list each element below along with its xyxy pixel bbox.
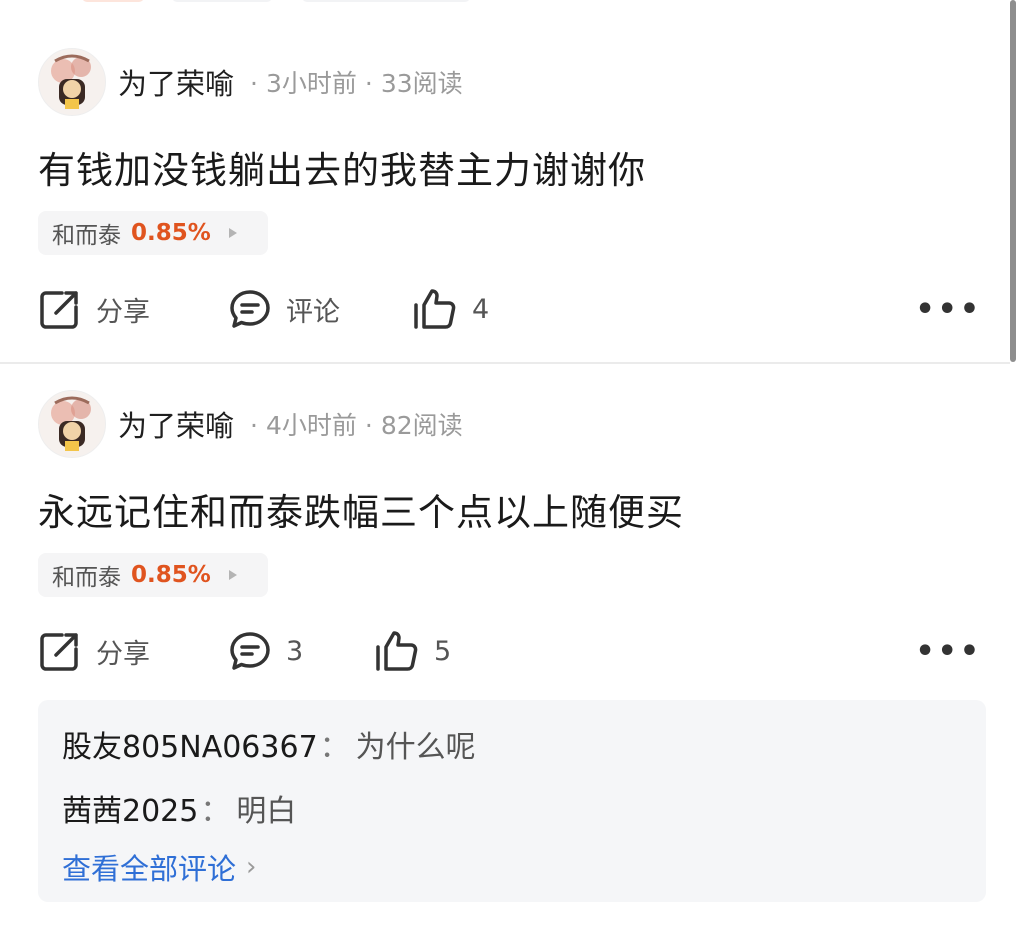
stock-tag[interactable]: 和而泰 0.85% — [38, 211, 268, 255]
comment-item[interactable]: 股友805NA06367： 为什么呢 — [62, 722, 476, 766]
author-name[interactable]: 为了荣喻 — [118, 403, 234, 445]
caret-right-icon — [228, 228, 237, 238]
avatar[interactable] — [38, 390, 106, 458]
post-time: 4小时前 — [265, 411, 357, 440]
comment-text: 明白 — [236, 794, 297, 829]
post-card[interactable]: 为了荣喻 · 3小时前 · 33阅读 有钱加没钱躺出去的我替主力谢谢你 和而泰 0.8… — [0, 0, 1010, 364]
stock-change: 0.85% — [131, 562, 211, 588]
read-count: 82阅读 — [380, 411, 463, 440]
read-count: 33阅读 — [380, 69, 463, 98]
comment-item[interactable]: 茜茜2025： 明白 — [62, 786, 296, 830]
view-all-label: 查看全部评论 — [62, 852, 237, 886]
avatar[interactable] — [38, 48, 106, 116]
stock-name: 和而泰 — [52, 565, 121, 591]
share-icon — [40, 633, 78, 671]
comment-count: 3 — [286, 635, 304, 667]
like-icon — [414, 289, 456, 329]
post-header: 为了荣喻 · 4小时前 · 82阅读 — [38, 390, 463, 458]
share-button[interactable]: 分享 — [38, 284, 150, 334]
post-header: 为了荣喻 · 3小时前 · 33阅读 — [38, 48, 463, 116]
comment-icon — [230, 632, 270, 670]
post-content[interactable]: 有钱加没钱躺出去的我替主力谢谢你 — [38, 140, 646, 194]
share-label: 分享 — [96, 638, 150, 670]
post-meta: · 4小时前 · 82阅读 — [250, 411, 463, 440]
share-label: 分享 — [96, 296, 150, 328]
comment-button[interactable]: 3 — [228, 626, 303, 676]
author-name[interactable]: 为了荣喻 — [118, 61, 234, 103]
caret-right-icon — [228, 570, 237, 580]
action-bar: 分享 3 5 ••• — [38, 626, 988, 676]
stock-change: 0.85% — [131, 220, 211, 246]
like-icon — [376, 631, 418, 671]
chevron-right-icon: › — [246, 852, 257, 882]
scrollbar[interactable] — [1010, 0, 1016, 362]
comment-icon — [230, 290, 270, 328]
view-all-comments-link[interactable]: 查看全部评论 › — [62, 846, 256, 888]
more-icon[interactable]: ••• — [915, 292, 982, 327]
like-button[interactable]: 5 — [374, 626, 451, 676]
comment-text: 为什么呢 — [355, 730, 476, 765]
stock-tag[interactable]: 和而泰 0.85% — [38, 553, 268, 597]
comment-user[interactable]: 茜茜2025 — [62, 794, 198, 829]
post-time: 3小时前 — [265, 69, 357, 98]
comment-user[interactable]: 股友805NA06367 — [62, 730, 318, 765]
like-button[interactable]: 4 — [412, 284, 489, 334]
comment-label: 评论 — [286, 296, 340, 328]
share-button[interactable]: 分享 — [38, 626, 150, 676]
post-meta: · 3小时前 · 33阅读 — [250, 69, 463, 98]
stock-name: 和而泰 — [52, 223, 121, 249]
comment-button[interactable]: 评论 — [228, 284, 340, 334]
like-count: 4 — [472, 293, 490, 325]
more-icon[interactable]: ••• — [915, 634, 982, 669]
action-bar: 分享 评论 4 ••• — [38, 284, 988, 334]
post-content[interactable]: 永远记住和而泰跌幅三个点以上随便买 — [38, 482, 684, 536]
like-count: 5 — [434, 635, 452, 667]
post-card[interactable]: 为了荣喻 · 4小时前 · 82阅读 永远记住和而泰跌幅三个点以上随便买 和而泰 0.… — [0, 364, 1010, 935]
comment-preview[interactable]: 股友805NA06367： 为什么呢 茜茜2025： 明白 查看全部评论 › — [38, 700, 986, 902]
share-icon — [40, 291, 78, 329]
